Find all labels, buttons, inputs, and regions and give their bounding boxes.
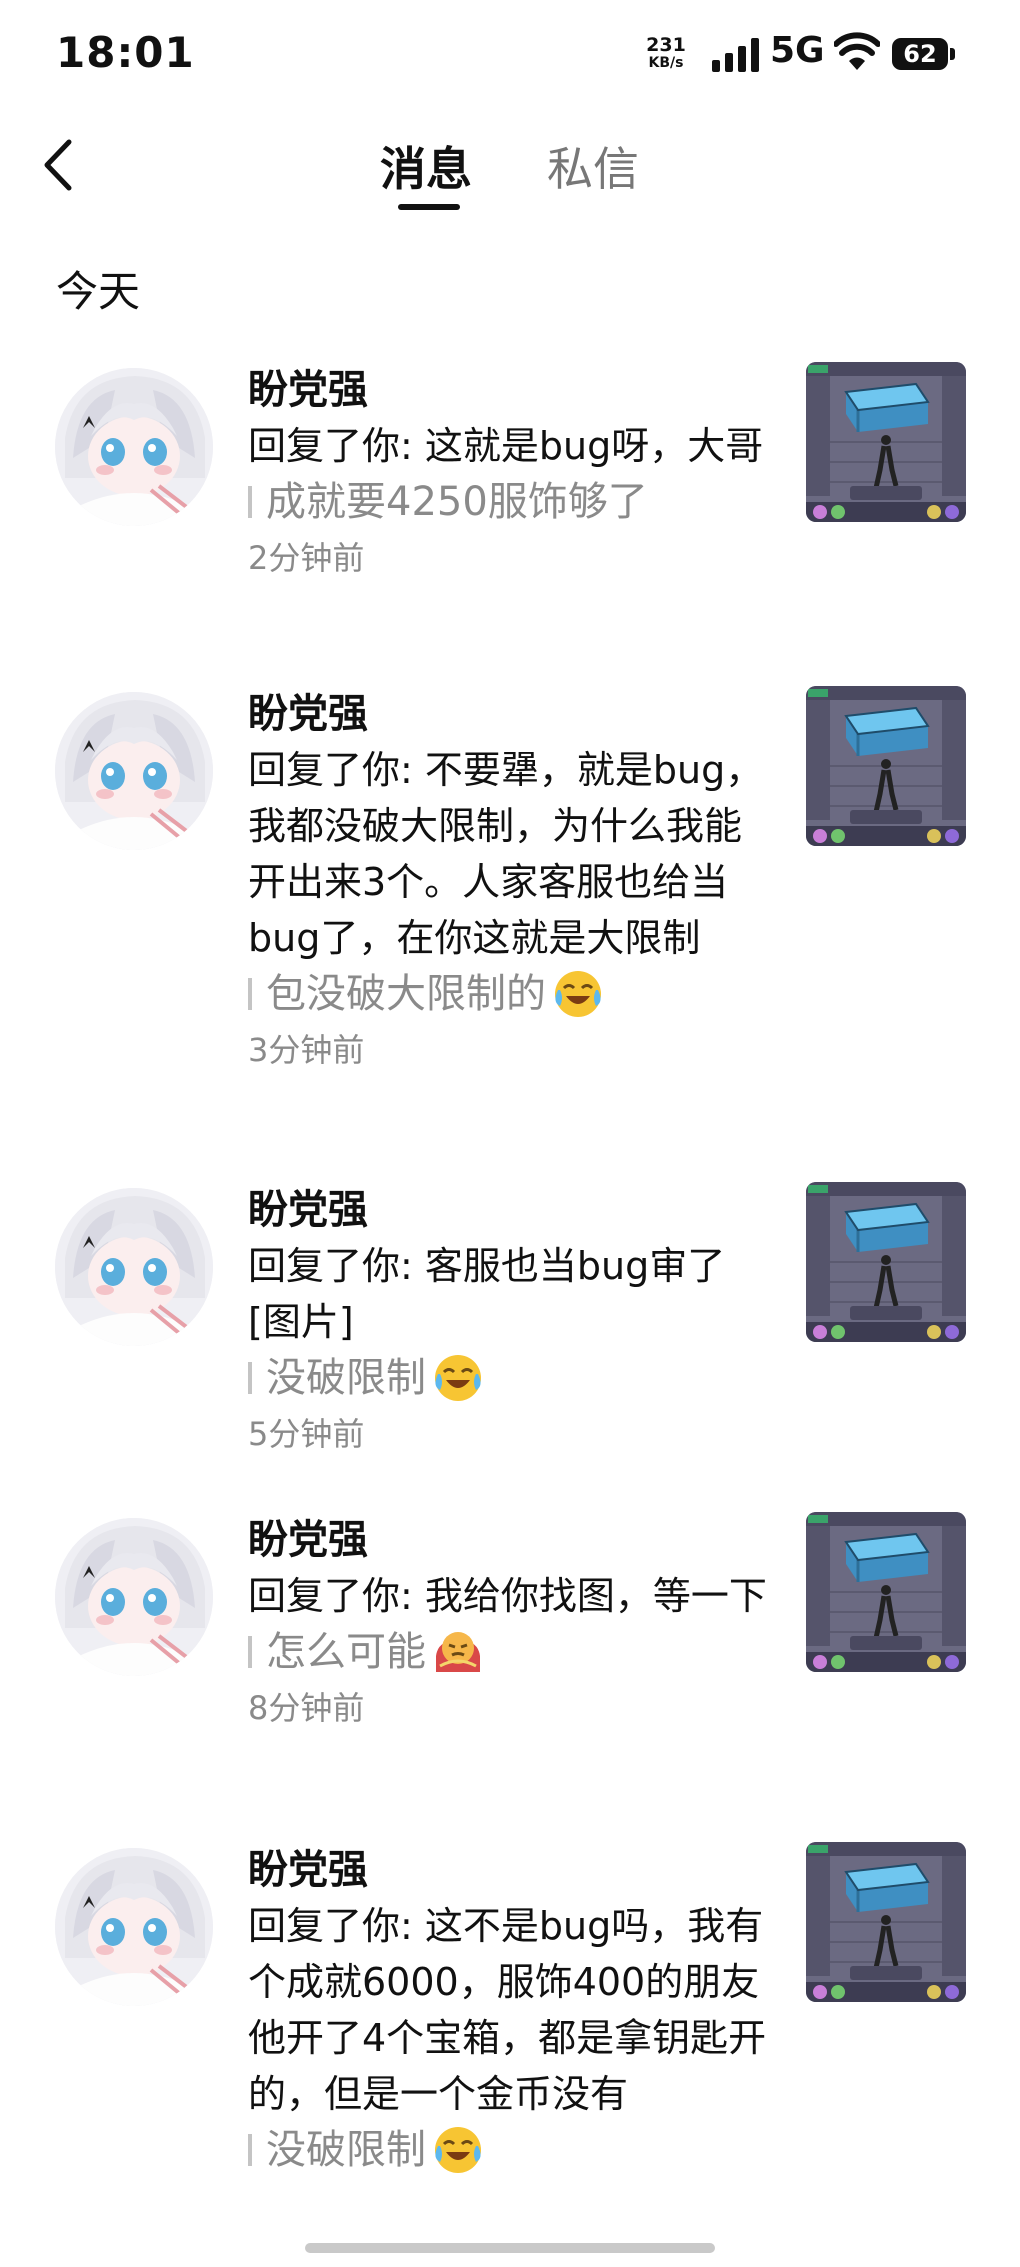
avatar[interactable] [55, 692, 213, 850]
timestamp: 8分钟前 [248, 1689, 365, 1727]
quoted-text: 没破限制 [266, 1355, 426, 1401]
game-screenshot-image [806, 362, 966, 522]
quoted-comment: 怎么可能 [248, 1624, 768, 1680]
post-thumbnail[interactable] [806, 362, 966, 522]
post-thumbnail[interactable] [806, 1182, 966, 1342]
quoted-comment: 包没破大限制的 [248, 966, 768, 1022]
user-name[interactable]: 盼党强 [248, 362, 768, 418]
notification-content: 盼党强 回复了你: 这不是bug吗，我有个成就6000，服饰400的朋友他开了4… [248, 1842, 768, 2178]
laughing-crying-emoji-icon [432, 1352, 484, 1404]
quote-bar [248, 978, 252, 1010]
timestamp: 3分钟前 [248, 1031, 365, 1069]
avatar[interactable] [55, 1518, 213, 1676]
game-screenshot-image [806, 1182, 966, 1342]
reply-text: 回复了你: 客服也当bug审了[图片] [248, 1244, 726, 1344]
game-screenshot-image [806, 1512, 966, 1672]
avatar[interactable] [55, 368, 213, 526]
avatar[interactable] [55, 1188, 213, 1346]
quoted-text: 成就要4250服饰够了 [266, 479, 648, 525]
timestamp: 2分钟前 [248, 539, 365, 577]
quote-bar [248, 1636, 252, 1668]
user-name[interactable]: 盼党强 [248, 1512, 768, 1568]
avatar[interactable] [55, 1848, 213, 2006]
reply-text: 回复了你: 我给你找图，等一下 [248, 1574, 767, 1618]
quoted-comment: 没破限制 [248, 1350, 768, 1406]
timestamp: 5分钟前 [248, 1415, 365, 1453]
quoted-text: 没破限制 [266, 2127, 426, 2173]
quote-bar [248, 2134, 252, 2166]
notification-list: 盼党强 回复了你: 这就是bug呀，大哥 成就要4250服饰够了 2分钟前 盼党… [0, 0, 1020, 2215]
home-indicator[interactable] [305, 2243, 715, 2253]
quoted-comment: 成就要4250服饰够了 [248, 474, 768, 530]
user-name[interactable]: 盼党强 [248, 1182, 768, 1238]
notification-content: 盼党强 回复了你: 不要犟，就是bug，我都没破大限制，为什么我能开出来3个。人… [248, 686, 768, 1078]
laughing-crying-emoji-icon [432, 2124, 484, 2176]
avatar-image [55, 368, 213, 526]
reply-text: 回复了你: 不要犟，就是bug，我都没破大限制，为什么我能开出来3个。人家客服也… [248, 748, 764, 960]
avatar-image [55, 1848, 213, 2006]
quote-bar [248, 1362, 252, 1394]
avatar-image [55, 1518, 213, 1676]
post-thumbnail[interactable] [806, 1512, 966, 1672]
reply-text: 回复了你: 这不是bug吗，我有个成就6000，服饰400的朋友他开了4个宝箱，… [248, 1904, 767, 2116]
avatar-image [55, 692, 213, 850]
notification-content: 盼党强 回复了你: 我给你找图，等一下 怎么可能 8分钟前 [248, 1512, 768, 1736]
avatar-image [55, 1188, 213, 1346]
sulking-emoji-icon [432, 1626, 484, 1678]
post-thumbnail[interactable] [806, 1842, 966, 2002]
post-thumbnail[interactable] [806, 686, 966, 846]
game-screenshot-image [806, 686, 966, 846]
laughing-crying-emoji-icon [552, 968, 604, 1020]
reply-text: 回复了你: 这就是bug呀，大哥 [248, 424, 764, 468]
quoted-comment: 没破限制 [248, 2122, 768, 2178]
notification-content: 盼党强 回复了你: 客服也当bug审了[图片] 没破限制 5分钟前 [248, 1182, 768, 1462]
quoted-text: 怎么可能 [266, 1629, 426, 1675]
game-screenshot-image [806, 1842, 966, 2002]
user-name[interactable]: 盼党强 [248, 1842, 768, 1898]
quoted-text: 包没破大限制的 [266, 971, 546, 1017]
user-name[interactable]: 盼党强 [248, 686, 768, 742]
quote-bar [248, 486, 252, 518]
notification-content: 盼党强 回复了你: 这就是bug呀，大哥 成就要4250服饰够了 2分钟前 [248, 362, 768, 586]
